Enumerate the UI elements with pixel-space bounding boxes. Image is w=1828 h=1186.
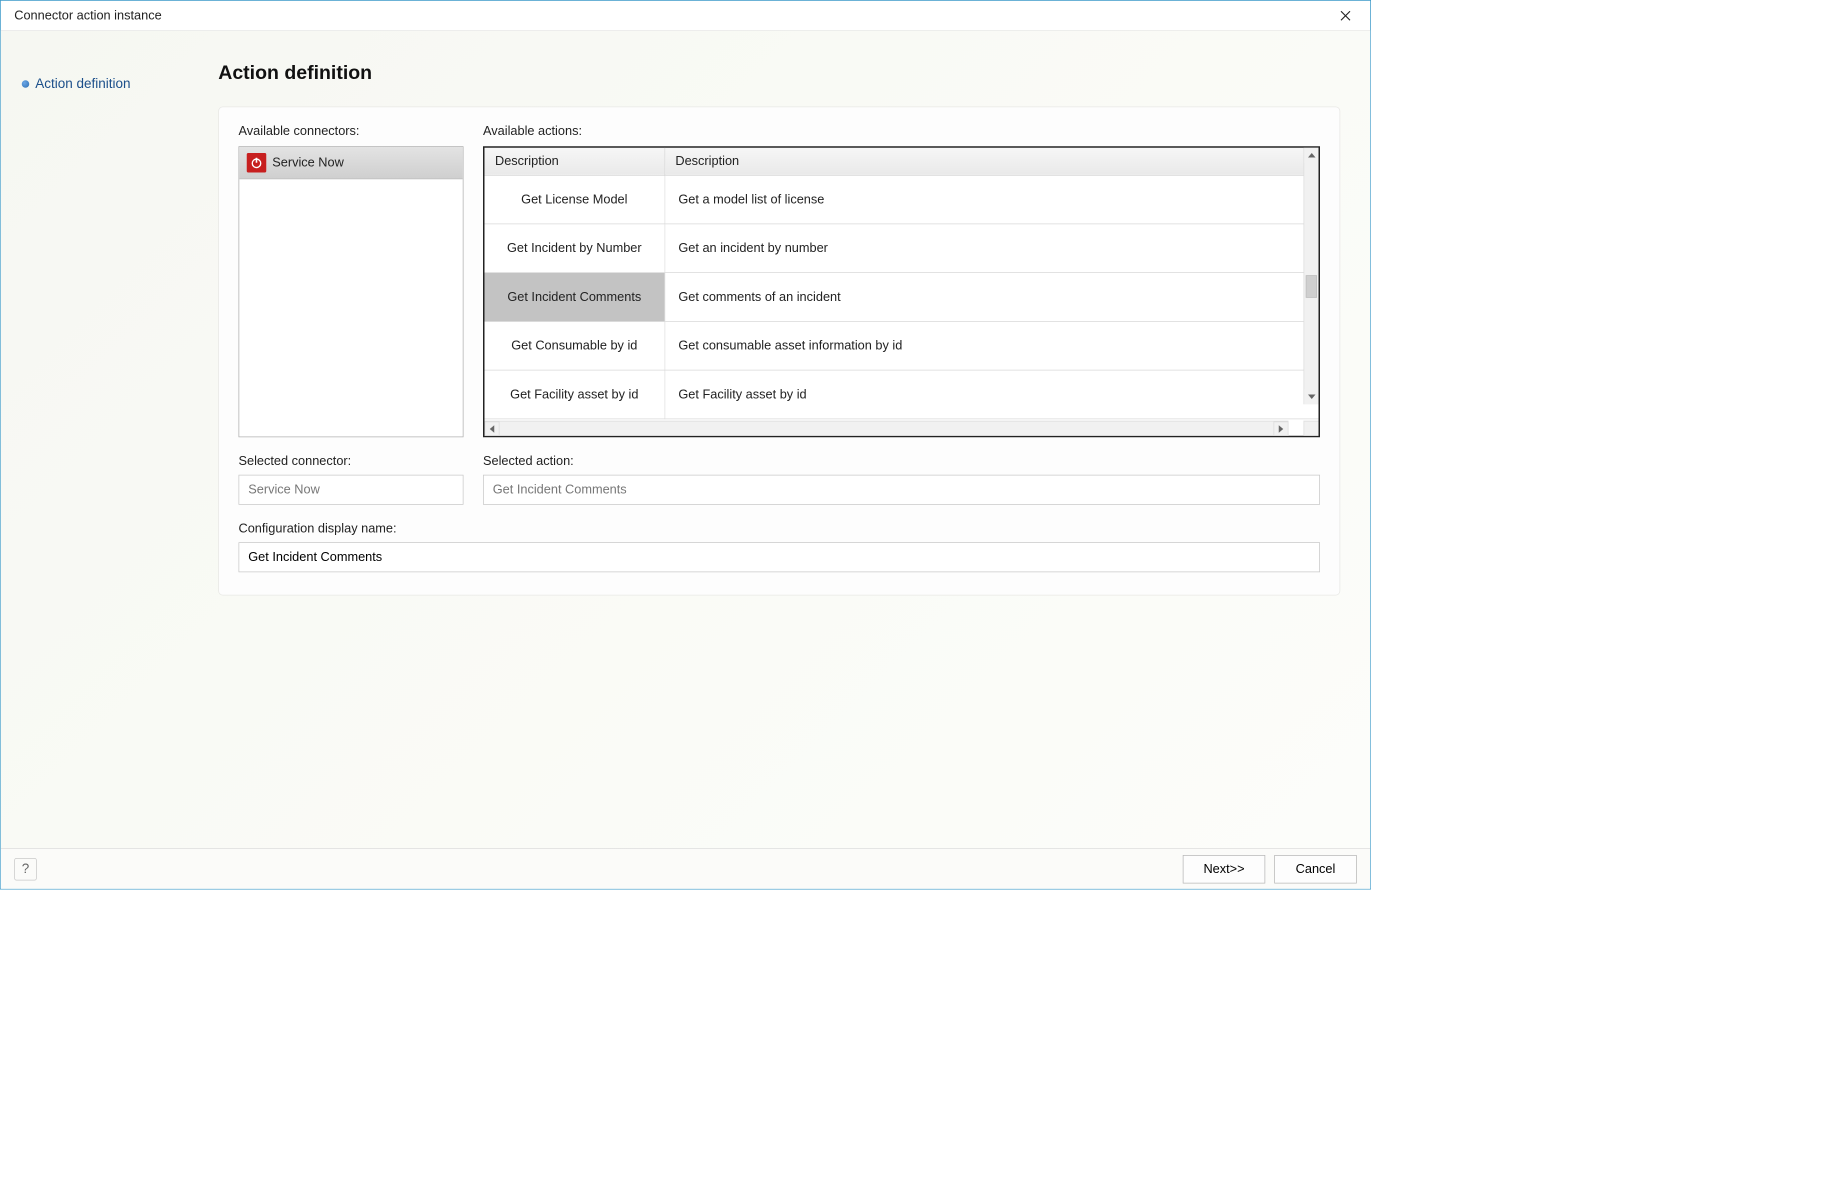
connector-item-label: Service Now [272, 155, 344, 170]
actions-column: Available actions: Description Descripti… [483, 124, 1320, 438]
help-icon: ? [22, 861, 30, 877]
table-row[interactable]: Get License ModelGet a model list of lic… [485, 175, 1319, 224]
selected-action-field[interactable] [483, 475, 1320, 505]
scrollbar-corner [1304, 421, 1319, 436]
col-header-2[interactable]: Description [665, 148, 1319, 175]
content-card: Available connectors: Service Now [218, 107, 1340, 596]
dialog-footer: ? Next>> Cancel [1, 848, 1371, 889]
chevron-right-icon [1279, 425, 1284, 433]
nav-bullet-icon [22, 80, 30, 88]
connectors-column: Available connectors: Service Now [239, 124, 464, 438]
actions-table: Description Description Get License Mode… [485, 148, 1319, 420]
selected-action-group: Selected action: [483, 454, 1320, 505]
window-title: Connector action instance [14, 8, 1328, 23]
body-area: Action definition Action definition Avai… [1, 31, 1371, 849]
action-desc-cell: Get comments of an incident [665, 273, 1319, 322]
config-name-group: Configuration display name: [239, 521, 1321, 572]
next-button[interactable]: Next>> [1183, 855, 1266, 884]
config-name-label: Configuration display name: [239, 521, 1321, 536]
connector-item-service-now[interactable]: Service Now [239, 147, 463, 179]
config-name-field[interactable] [239, 542, 1321, 572]
action-name-cell: Get License Model [485, 175, 665, 224]
selected-action-label: Selected action: [483, 454, 1320, 469]
table-row[interactable]: Get Incident CommentsGet comments of an … [485, 273, 1319, 322]
action-desc-cell: Get a model list of license [665, 175, 1319, 224]
action-desc-cell: Get an incident by number [665, 224, 1319, 273]
close-icon [1340, 10, 1351, 21]
vscroll-thumb[interactable] [1306, 275, 1317, 298]
col-header-1[interactable]: Description [485, 148, 665, 175]
table-header-row: Description Description [485, 148, 1319, 175]
table-row[interactable]: Get Incident by NumberGet an incident by… [485, 224, 1319, 273]
actions-table-container: Description Description Get License Mode… [483, 146, 1320, 437]
selected-connector-label: Selected connector: [239, 454, 464, 469]
dialog-window: Connector action instance Action definit… [0, 0, 1371, 890]
vscroll-track[interactable] [1304, 163, 1318, 390]
scroll-left-button[interactable] [485, 422, 500, 436]
power-icon [247, 153, 267, 173]
selected-row: Selected connector: Selected action: [239, 454, 1321, 505]
action-desc-cell: Get Facility asset by id [665, 370, 1319, 419]
action-name-cell: Get Facility asset by id [485, 370, 665, 419]
nav-item-label: Action definition [35, 76, 130, 92]
hscroll-track[interactable] [500, 422, 1274, 436]
chevron-left-icon [490, 425, 495, 433]
lists-row: Available connectors: Service Now [239, 124, 1321, 438]
chevron-down-icon [1308, 395, 1316, 400]
table-row[interactable]: Get Consumable by idGet consumable asset… [485, 321, 1319, 370]
horizontal-scrollbar[interactable] [485, 421, 1289, 436]
available-actions-label: Available actions: [483, 124, 1320, 139]
action-name-cell: Get Consumable by id [485, 321, 665, 370]
connectors-list[interactable]: Service Now [239, 146, 464, 437]
wizard-steps-nav: Action definition [1, 31, 219, 849]
action-desc-cell: Get consumable asset information by id [665, 321, 1319, 370]
action-name-cell: Get Incident by Number [485, 224, 665, 273]
available-connectors-label: Available connectors: [239, 124, 464, 139]
chevron-up-icon [1308, 153, 1316, 158]
actions-table-scroll[interactable]: Description Description Get License Mode… [485, 148, 1319, 421]
scroll-down-button[interactable] [1304, 389, 1318, 404]
selected-connector-group: Selected connector: [239, 454, 464, 505]
nav-item-action-definition[interactable]: Action definition [22, 76, 204, 92]
selected-connector-field[interactable] [239, 475, 464, 505]
action-name-cell: Get Incident Comments [485, 273, 665, 322]
cancel-button[interactable]: Cancel [1274, 855, 1357, 884]
table-row[interactable]: Get Facility asset by idGet Facility ass… [485, 370, 1319, 419]
scroll-right-button[interactable] [1274, 422, 1289, 436]
close-button[interactable] [1328, 4, 1363, 27]
vertical-scrollbar[interactable] [1304, 148, 1319, 405]
titlebar: Connector action instance [1, 1, 1371, 31]
scroll-up-button[interactable] [1304, 148, 1318, 163]
help-button[interactable]: ? [14, 858, 37, 881]
main-panel: Action definition Available connectors: [218, 31, 1370, 849]
page-title: Action definition [218, 61, 1340, 84]
